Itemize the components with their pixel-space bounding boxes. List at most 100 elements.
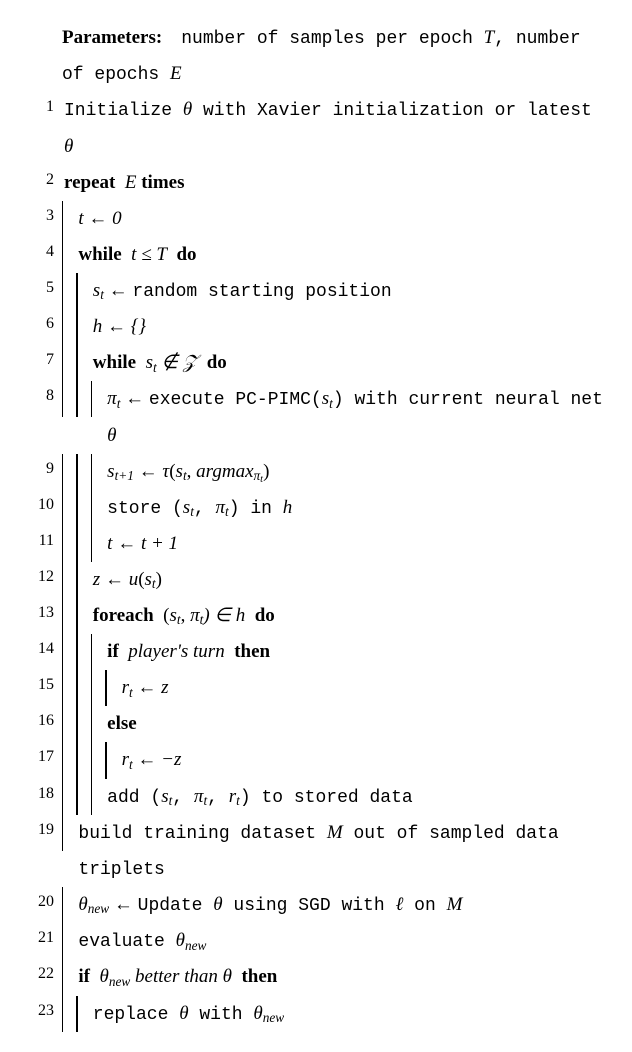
l10-h: h: [283, 497, 293, 518]
line-20: 20 θnew ← Update θ using SGD with ℓ on M: [20, 887, 604, 923]
l20b: using SGD with: [223, 896, 396, 916]
l2-times: times: [136, 172, 184, 193]
l13-s: s: [169, 605, 176, 626]
algorithm-block: Parameters: number of samples per epoch …: [0, 0, 632, 1052]
l18a: add (: [107, 788, 161, 808]
line-15: 15 rt ← z: [20, 670, 604, 706]
l7-notin: ∉ 𝒵: [157, 352, 198, 373]
l13-ssub: t: [177, 612, 181, 627]
l8-arrow: ←: [120, 388, 149, 409]
line-number: 4: [20, 237, 62, 267]
line-9: 9 st+1 ← τ(st, argmaxπt): [20, 454, 604, 490]
l10a: store (: [107, 499, 183, 519]
line-19: 19 build training dataset M out of sampl…: [20, 815, 604, 887]
line-13: 13 foreach (st, πt) ∈ h do: [20, 598, 604, 634]
parameters-var-T: T: [484, 27, 495, 48]
l10b: ) in: [229, 499, 283, 519]
line-number: 13: [20, 598, 62, 628]
l7-do: do: [202, 352, 227, 373]
line-number: 21: [20, 923, 62, 953]
l9-comma: ,: [187, 461, 197, 482]
l12-s: s: [145, 569, 152, 590]
l5-rhs: random starting position: [132, 282, 391, 302]
l4-do: do: [172, 244, 197, 265]
l17-arrow: ← −: [133, 749, 174, 770]
l1-theta2: θ: [64, 136, 73, 157]
l12-sub: t: [152, 576, 156, 591]
l9-argmax: argmax: [196, 461, 253, 482]
l13-psub: t: [200, 612, 204, 627]
l15-sub: t: [129, 685, 133, 700]
line-number: 2: [20, 165, 62, 195]
l19-M: M: [327, 822, 343, 843]
parameters-var-E: E: [170, 63, 182, 84]
line-14: 14 if player's turn then: [20, 634, 604, 670]
l9-s: s: [107, 461, 114, 482]
l15-r: r: [122, 677, 129, 698]
l23b: with: [189, 1005, 254, 1025]
l13-foreach: foreach: [93, 605, 159, 626]
l13-comma: ,: [181, 605, 191, 626]
line-number: 8: [20, 381, 62, 411]
l21a: evaluate: [78, 932, 175, 952]
l1-theta: θ: [183, 99, 192, 120]
l20-arrow: ←: [109, 894, 138, 915]
line-5: 5 st ← random starting position: [20, 273, 604, 309]
line-16: 16 else: [20, 706, 604, 742]
l21-sub: new: [185, 938, 206, 953]
line-17: 17 rt ← −z: [20, 742, 604, 778]
l20-M: M: [447, 894, 463, 915]
l7-sub: t: [153, 360, 157, 375]
l8b-part: ) with current neural net: [333, 390, 603, 410]
l7-while: while: [93, 352, 141, 373]
line-21: 21 evaluate θnew: [20, 923, 604, 959]
l12-close: ): [156, 569, 162, 590]
l22-thn: θ: [100, 966, 109, 987]
l1b: with Xavier initialization or latest: [192, 101, 592, 121]
l10-ssub: t: [190, 504, 194, 519]
l12-u: u: [129, 569, 139, 590]
l4-cond: t ≤ T: [131, 244, 167, 265]
l13-do: do: [250, 605, 275, 626]
l18-s: s: [161, 786, 168, 807]
l7-s: s: [146, 352, 153, 373]
line-22: 22 if θnew better than θ then: [20, 959, 604, 995]
l6: h ← {}: [93, 316, 146, 337]
line-number: 11: [20, 526, 62, 556]
l4-while: while: [78, 244, 126, 265]
l23-sub: new: [263, 1010, 284, 1025]
line-number: 23: [20, 996, 62, 1026]
l14-if: if: [107, 641, 123, 662]
line-number: 17: [20, 742, 62, 772]
l12-arrow: ←: [100, 569, 129, 590]
line-number: 19: [20, 815, 62, 845]
line-number: 9: [20, 454, 62, 484]
l18-psub: t: [203, 793, 207, 808]
l17-r: r: [122, 749, 129, 770]
line-number: 18: [20, 779, 62, 809]
parameters-text-1: number of samples per epoch: [181, 29, 483, 49]
l19: build training dataset: [78, 824, 326, 844]
line-8: 8 πt ← execute PC-PIMC(st) with current …: [20, 381, 604, 453]
line-number: 15: [20, 670, 62, 700]
l15-arrow: ←: [133, 677, 162, 698]
parameters-label: Parameters:: [62, 27, 162, 48]
l17-sub: t: [129, 757, 133, 772]
l17-z: z: [174, 749, 181, 770]
l13-close: ) ∈ h: [203, 605, 245, 626]
l5-arrow: ←: [104, 280, 133, 301]
line-number: 22: [20, 959, 62, 989]
l8a: execute PC-PIMC(: [149, 390, 322, 410]
line-number: 14: [20, 634, 62, 664]
l20c: on: [403, 896, 446, 916]
l9-s2: s: [176, 461, 183, 482]
l18-rsub: t: [236, 793, 240, 808]
line-23: 23 replace θ with θnew: [20, 996, 604, 1032]
l16-else: else: [107, 713, 137, 734]
line-7: 7 while st ∉ 𝒵 do: [20, 345, 604, 381]
line-18: 18 add (st, πt, rt) to stored data: [20, 779, 604, 815]
l18-pi: π: [194, 786, 204, 807]
l9-close: ): [263, 461, 269, 482]
l10-pi: π: [216, 497, 226, 518]
l15-z: z: [161, 677, 168, 698]
